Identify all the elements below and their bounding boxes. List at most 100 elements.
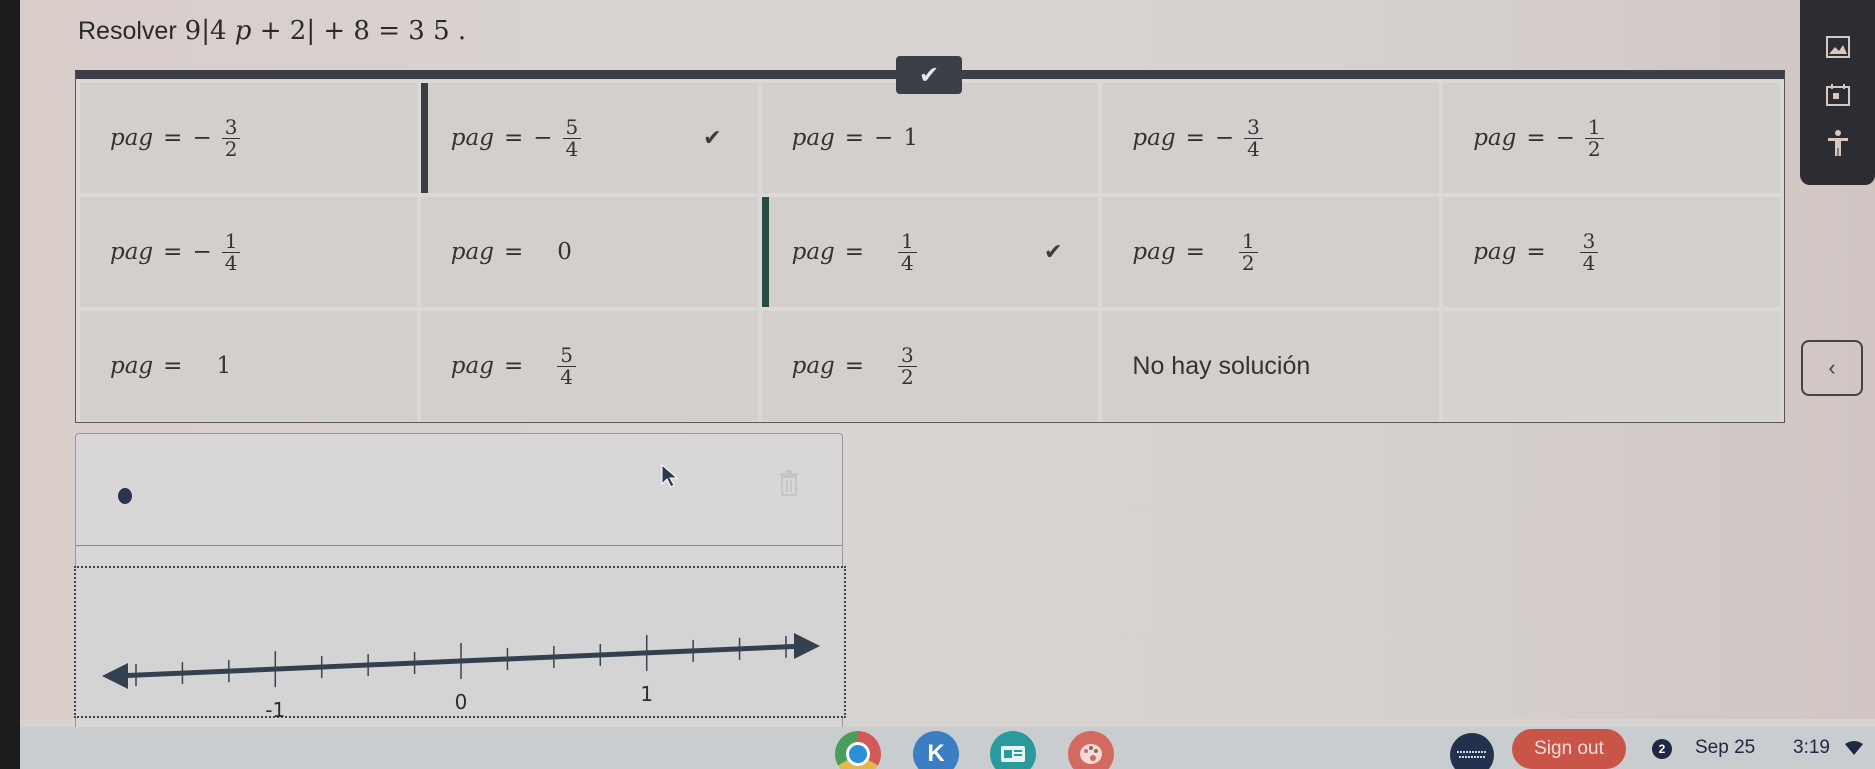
answer-option[interactable]: pag = −5 4 ✔ [420,83,758,193]
fraction-numerator: 1 [221,230,241,253]
paint-app-icon[interactable] [1068,731,1114,769]
left-arrow-icon [102,663,128,689]
date-display[interactable]: Sep 25 [1695,737,1755,759]
option-variable: pag [450,353,494,379]
answer-option[interactable]: pag = −1 [761,83,1099,193]
option-equals: = [844,239,865,265]
time-display[interactable]: 3:19 [1793,737,1830,759]
answer-option[interactable]: pag = 3 2 [761,311,1099,421]
fraction-denominator: 4 [560,364,573,389]
fraction-denominator: 2 [1241,250,1255,275]
mouse-cursor-icon [661,464,679,488]
option-expression: pag = 0 [451,239,572,265]
answer-option[interactable]: pag = −3 4 [1102,83,1440,193]
answer-option[interactable]: pag = 0 [420,197,758,307]
option-variable: pag [110,353,154,379]
option-equals: = [1185,125,1205,151]
answer-choices-panel: pag = −3 2 pag = −5 4 ✔ pag = −1 pag = −3 4 pag = −1 2 pag = −… [75,70,1785,423]
trash-icon[interactable] [778,470,800,496]
point-placement-row[interactable] [76,434,842,546]
answer-option[interactable]: pag = 5 4 [420,311,758,421]
answer-option[interactable]: No hay solución [1102,311,1440,421]
chrome-app-icon[interactable] [835,731,881,769]
accessibility-icon[interactable] [1825,130,1851,156]
option-expression: pag = 1 4 [791,230,917,274]
option-variable: pag [791,239,835,265]
option-expression: pag = −3 4 [1132,116,1263,161]
user-avatar[interactable] [1450,733,1494,769]
question-equation: 9|4 p + 2| + 8 = 3 5 . [184,16,467,46]
classroom-app-icon[interactable] [990,731,1036,769]
option-expression: pag = −3 2 [110,116,241,161]
option-fraction: 14 [221,230,241,274]
fraction-numerator: 5 [562,116,582,139]
fraction-denominator: 4 [565,136,579,161]
point-tool-dot[interactable] [118,488,132,504]
option-fraction: 12 [1238,230,1258,275]
answer-option[interactable]: pag = −3 2 [80,83,417,193]
answer-options-grid: pag = −3 2 pag = −5 4 ✔ pag = −1 pag = −3 4 pag = −1 2 pag = −… [76,79,1784,422]
collapse-panel-button[interactable]: ‹ [1801,340,1863,396]
question-prefix: Resolver [78,17,177,45]
option-variable: pag [791,125,835,151]
option-equals: = [1526,239,1546,265]
option-variable: pag [1473,239,1517,265]
answer-option[interactable]: pag = 1 4 ✔ [761,197,1099,307]
option-equals: = [163,239,183,265]
side-toolbar [1800,0,1875,185]
answer-option[interactable]: pag = 1 [80,311,417,421]
check-tab[interactable]: ✔ [896,56,962,94]
sign-out-button[interactable]: Sign out [1512,729,1626,769]
option-value: 0 [557,239,572,265]
option-fraction: 32 [898,344,917,388]
empty-cell [1443,311,1780,421]
number-line-area[interactable]: -1 0 1 [74,566,848,720]
answer-option[interactable]: pag = −1 4 [80,197,417,307]
option-fraction: 12 [1584,116,1604,160]
fraction-denominator: 2 [224,136,238,161]
option-expression: pag = 1 [110,353,231,379]
option-fraction: 34 [1244,116,1263,161]
answer-option[interactable]: pag = 1 2 [1102,197,1440,307]
notification-badge[interactable]: 2 [1652,739,1672,759]
option-fraction: 34 [1579,230,1599,275]
tick-label: 1 [640,682,653,706]
option-expression: pag = −5 4 [450,116,582,161]
number-line[interactable]: -1 0 1 [76,568,848,720]
option-fraction: 32 [221,116,241,161]
option-expression: pag = −1 2 [1473,116,1604,160]
option-label: No hay solución [1132,351,1311,380]
option-variable: pag [1132,239,1176,265]
option-equals: = [503,353,524,379]
option-sign: − [192,239,212,265]
option-variable: pag [450,125,494,151]
chevron-left-icon: ‹ [1828,355,1836,380]
option-sign: − [1214,125,1235,151]
option-value: 1 [216,353,232,379]
option-variable: pag [110,125,154,151]
option-equals: = [844,353,865,379]
fraction-numerator: 3 [1244,116,1263,139]
option-sign: − [1555,125,1575,151]
question-prompt: Resolver 9|4 p + 2| + 8 = 3 5 . [78,16,466,46]
calendar-icon[interactable] [1825,82,1851,108]
option-equals: = [163,125,183,151]
fraction-numerator: 3 [1579,230,1599,253]
wifi-icon[interactable] [1845,741,1863,755]
option-fraction: 54 [557,344,576,389]
fraction-denominator: 4 [1247,136,1260,161]
option-equals: = [163,353,183,379]
answer-option[interactable]: pag = 3 4 [1443,197,1780,307]
option-expression: pag = 3 2 [792,344,917,388]
option-variable: pag [110,239,154,265]
checkmark-icon: ✔ [703,125,722,150]
fraction-denominator: 4 [1582,250,1596,275]
kami-app-icon[interactable]: K [913,731,959,769]
fraction-numerator: 1 [1238,230,1258,253]
screen-bezel [0,0,20,769]
option-expression: pag = −1 [792,125,918,151]
answer-option[interactable]: pag = −1 2 [1443,83,1780,193]
option-sign: − [192,125,212,151]
image-tool-icon[interactable] [1825,34,1851,60]
option-equals: = [503,125,524,151]
